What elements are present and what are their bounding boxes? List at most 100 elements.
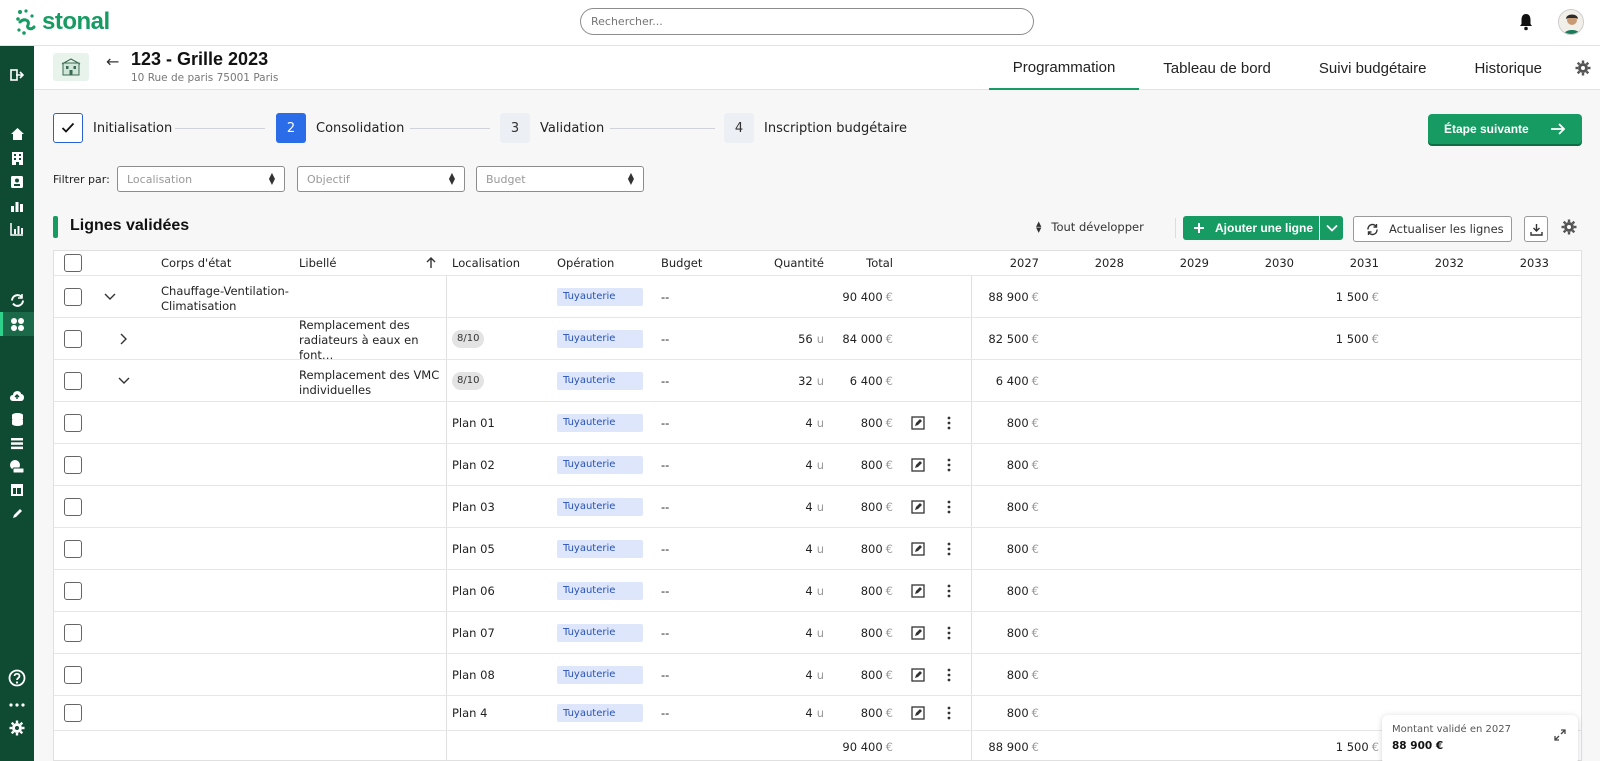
cell-budget: -- bbox=[661, 706, 670, 720]
grid-apps-icon[interactable] bbox=[8, 315, 26, 333]
table-row[interactable]: Plan 06 Tuyauterie -- 4 u 800 € 800 € bbox=[54, 570, 1581, 612]
cell-libelle: Remplacement des VMC individuelles bbox=[299, 367, 440, 397]
header-quantite[interactable]: Quantité bbox=[734, 251, 824, 275]
chevron-down-icon[interactable] bbox=[104, 276, 116, 317]
table-row[interactable]: Remplacement des radiateurs à eaux en fo… bbox=[54, 318, 1581, 362]
row-checkbox[interactable] bbox=[64, 276, 82, 317]
tab-tableau-de-bord[interactable]: Tableau de bord bbox=[1139, 46, 1295, 90]
step-initialisation[interactable]: Initialisation bbox=[53, 113, 172, 143]
edit-note-icon[interactable] bbox=[911, 402, 925, 443]
header-total[interactable]: Total bbox=[834, 251, 893, 275]
money-stack-icon[interactable] bbox=[8, 457, 26, 475]
coins-icon[interactable] bbox=[8, 410, 26, 428]
list-icon[interactable] bbox=[8, 434, 26, 452]
stonal-logo[interactable]: stonal bbox=[14, 8, 110, 36]
download-button[interactable] bbox=[1524, 216, 1548, 242]
download-icon bbox=[1529, 223, 1543, 236]
header-settings-icon[interactable] bbox=[1566, 46, 1600, 90]
cell-budget: -- bbox=[661, 331, 670, 346]
search-input[interactable] bbox=[580, 8, 1034, 35]
edit-note-icon[interactable] bbox=[911, 486, 925, 527]
step-consolidation[interactable]: 2 Consolidation bbox=[276, 113, 404, 143]
refresh-lines-button[interactable]: Actualiser les lignes bbox=[1353, 216, 1512, 242]
add-line-main[interactable]: Ajouter une ligne bbox=[1183, 216, 1319, 240]
table-row[interactable]: Chauffage-Ventilation-Climatisation Tuyau… bbox=[54, 276, 1581, 318]
layout-icon[interactable] bbox=[8, 481, 26, 499]
bar-chart-icon[interactable] bbox=[8, 197, 26, 215]
operation-tag: Tuyauterie bbox=[557, 360, 643, 401]
more-dots-icon[interactable] bbox=[8, 696, 26, 714]
expand-all-button[interactable]: ▲ ▼ Tout développer bbox=[1036, 220, 1144, 234]
next-step-button[interactable]: Étape suivante bbox=[1428, 114, 1582, 144]
edit-note-icon[interactable] bbox=[911, 570, 925, 611]
step-inscription-budgetaire[interactable]: 4 Inscription budgétaire bbox=[724, 113, 907, 143]
select-all-checkbox[interactable] bbox=[64, 251, 82, 275]
logout-icon[interactable] bbox=[8, 66, 26, 84]
cloud-upload-icon[interactable] bbox=[8, 386, 26, 404]
table-row[interactable]: Plan 07 Tuyauterie -- 4 u 800 € 800 € bbox=[54, 612, 1581, 654]
edit-note-icon[interactable] bbox=[911, 528, 925, 569]
row-checkbox[interactable] bbox=[64, 654, 82, 695]
table-row[interactable]: Plan 02 Tuyauterie -- 4 u 800 € 800 € bbox=[54, 444, 1581, 486]
settings-gear-icon[interactable] bbox=[8, 719, 26, 737]
edit-note-icon[interactable] bbox=[911, 444, 925, 485]
table-row[interactable]: Plan 03 Tuyauterie -- 4 u 800 € 800 € bbox=[54, 486, 1581, 528]
bell-icon[interactable] bbox=[1518, 13, 1534, 31]
expand-arrows-icon: ▲ ▼ bbox=[1036, 220, 1042, 234]
table-row[interactable]: Plan 01 Tuyauterie -- 4 u 800 € 800 € bbox=[54, 402, 1581, 444]
cell-budget: -- bbox=[661, 289, 670, 304]
chevron-down-icon[interactable] bbox=[118, 360, 130, 401]
filter-budget-select[interactable]: Budget ▲ ▼ bbox=[476, 166, 644, 192]
cell-quantite: 4u bbox=[805, 583, 824, 598]
table-row[interactable]: Remplacement des VMC individuelles 8/10 Tu… bbox=[54, 360, 1581, 402]
header-libelle[interactable]: Libellé bbox=[299, 251, 336, 275]
header-corps[interactable]: Corps d'état bbox=[161, 251, 231, 275]
summary-card[interactable]: Montant validé en 2027 88 900 € bbox=[1382, 715, 1578, 761]
avatar-icon bbox=[1559, 10, 1583, 34]
filter-localisation-select[interactable]: Localisation ▲ ▼ bbox=[117, 166, 285, 192]
row-checkbox[interactable] bbox=[64, 486, 82, 527]
building-icon[interactable] bbox=[8, 149, 26, 167]
header-budget[interactable]: Budget bbox=[661, 251, 702, 275]
header-operation[interactable]: Opération bbox=[557, 251, 614, 275]
sync-icon[interactable] bbox=[8, 291, 26, 309]
table-settings-icon[interactable] bbox=[1561, 219, 1577, 238]
table-row[interactable]: Plan 4 Tuyauterie -- 4 u 800 € 800 € bbox=[54, 696, 1581, 731]
row-checkbox[interactable] bbox=[64, 318, 82, 359]
refresh-label: Actualiser les lignes bbox=[1389, 222, 1504, 236]
add-line-dropdown[interactable] bbox=[1319, 216, 1343, 240]
cell-year-2031: 1 500 € bbox=[1335, 289, 1379, 304]
select-placeholder: Budget bbox=[486, 172, 526, 186]
row-checkbox[interactable] bbox=[64, 444, 82, 485]
tab-historique[interactable]: Historique bbox=[1450, 46, 1566, 90]
edit-note-icon[interactable] bbox=[911, 654, 925, 695]
row-checkbox[interactable] bbox=[64, 402, 82, 443]
score-pill: 8/10 bbox=[452, 360, 485, 401]
home-icon[interactable] bbox=[8, 125, 26, 143]
sort-arrow-up-icon[interactable] bbox=[426, 251, 436, 275]
expand-icon[interactable] bbox=[1554, 729, 1566, 741]
chevron-right-icon[interactable] bbox=[118, 318, 130, 359]
row-checkbox[interactable] bbox=[64, 570, 82, 611]
tab-programmation[interactable]: Programmation bbox=[988, 46, 1140, 90]
table-row[interactable]: Plan 05 Tuyauterie -- 4 u 800 € 800 € bbox=[54, 528, 1581, 570]
row-checkbox[interactable] bbox=[64, 528, 82, 569]
table-row[interactable]: Plan 08 Tuyauterie -- 4 u 800 € 800 € bbox=[54, 654, 1581, 696]
user-avatar[interactable] bbox=[1558, 9, 1584, 35]
edit-note-icon[interactable] bbox=[911, 612, 925, 653]
row-checkbox[interactable] bbox=[64, 360, 82, 401]
edit-note-icon[interactable] bbox=[911, 696, 925, 730]
contacts-icon[interactable] bbox=[8, 173, 26, 191]
analytics-icon[interactable] bbox=[8, 220, 26, 238]
filter-objectif-select[interactable]: Objectif ▲ ▼ bbox=[297, 166, 465, 192]
row-checkbox[interactable] bbox=[64, 696, 82, 730]
tab-suivi-budgetaire[interactable]: Suivi budgétaire bbox=[1295, 46, 1451, 90]
help-icon[interactable] bbox=[8, 669, 26, 687]
back-arrow-icon[interactable]: ← bbox=[106, 52, 119, 71]
pen-icon[interactable] bbox=[8, 505, 26, 523]
step-validation[interactable]: 3 Validation bbox=[500, 113, 604, 143]
plus-icon bbox=[1194, 223, 1204, 233]
row-checkbox[interactable] bbox=[64, 612, 82, 653]
header-localisation[interactable]: Localisation bbox=[452, 251, 520, 275]
add-line-button[interactable]: Ajouter une ligne bbox=[1183, 216, 1343, 240]
